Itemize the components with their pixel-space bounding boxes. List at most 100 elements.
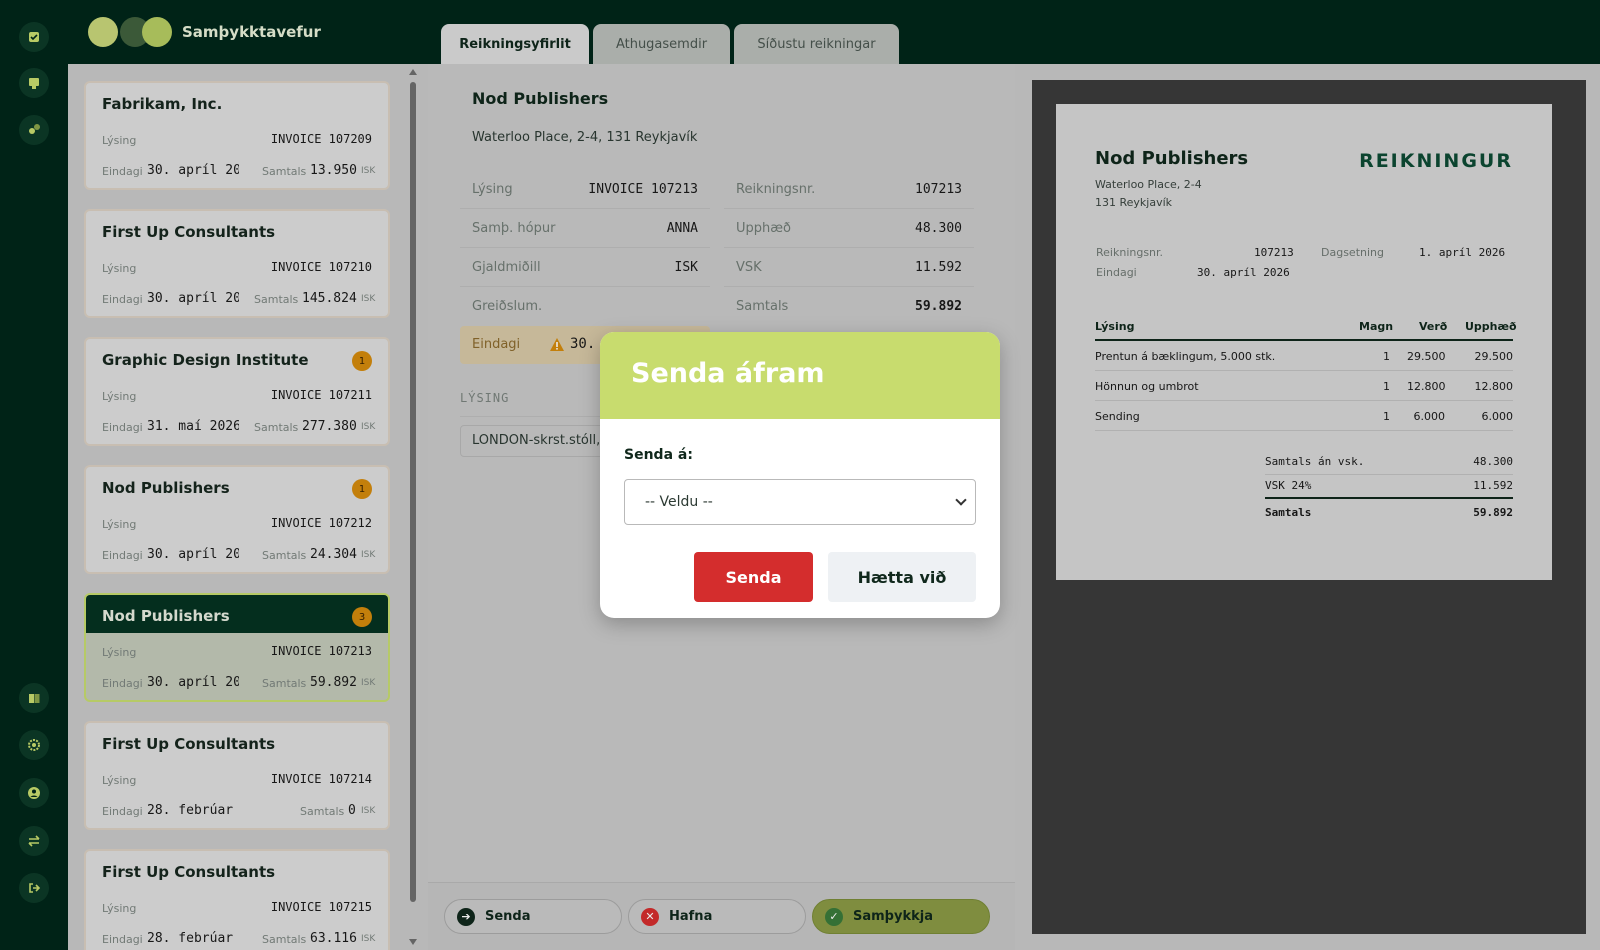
scroll-thumb[interactable]	[410, 82, 416, 902]
approve-button[interactable]: ✓ Samþykkja	[812, 899, 990, 934]
detail-value: ANNA	[666, 221, 698, 236]
table-row: Sending 1 6.000 6.000	[1095, 401, 1513, 431]
invoice-desc: INVOICE 107210	[270, 260, 372, 274]
table-row: Prentun á bæklingum, 5.000 stk. 1 29.500…	[1095, 341, 1513, 371]
user-chat-icon[interactable]	[19, 115, 49, 145]
meta-value: 1. apríl 2026	[1419, 246, 1506, 259]
detail-value: 11.592	[915, 260, 962, 275]
line-qty: 1	[1383, 380, 1390, 393]
invoice-vendor: First Up Consultants	[102, 863, 276, 881]
reject-button-label: Hafna	[669, 909, 713, 924]
preview-heading: REIKNINGUR	[1359, 150, 1513, 172]
due-label: Eindagi	[102, 805, 143, 818]
line-price: 12.800	[1407, 380, 1446, 393]
list-scrollbar[interactable]	[407, 64, 419, 950]
detail-value: 48.300	[915, 221, 962, 236]
detail-row: Samþ. hópur ANNA	[460, 209, 710, 248]
tab-comments[interactable]: Athugasemdir	[593, 24, 730, 64]
shield-check-icon[interactable]	[19, 22, 49, 52]
scroll-down-icon[interactable]	[409, 939, 417, 945]
invoice-total: 59.892	[310, 675, 357, 690]
swap-icon[interactable]	[19, 826, 49, 856]
detail-row: Greiðslum.	[460, 287, 710, 326]
invoice-due: 30. apríl 2026	[147, 163, 239, 178]
total-label: Samtals	[254, 293, 299, 306]
due-label: Eindagi	[472, 337, 521, 352]
inbox-icon[interactable]	[19, 68, 49, 98]
invoice-desc: INVOICE 107211	[270, 388, 372, 402]
send-button-label: Senda	[485, 909, 531, 924]
invoice-vendor: First Up Consultants	[102, 735, 276, 753]
close-icon: ✕	[641, 907, 659, 926]
approve-button-label: Samþykkja	[853, 909, 933, 924]
total-label: Samtals	[300, 805, 345, 818]
dialog-cancel-button[interactable]: Hætta við	[828, 552, 976, 602]
chevron-down-icon	[955, 494, 967, 506]
invoice-vendor: Fabrikam, Inc.	[102, 95, 223, 113]
invoice-desc: INVOICE 107213	[270, 644, 372, 658]
invoice-card[interactable]: Fabrikam, Inc. Lýsing INVOICE 107209 Ein…	[84, 81, 390, 190]
reject-button[interactable]: ✕ Hafna	[628, 899, 806, 934]
detail-value: INVOICE 107213	[588, 182, 698, 197]
tab-recent-invoices[interactable]: Síðustu reikningar	[734, 24, 899, 64]
invoice-due: 30. apríl 2026	[147, 675, 239, 690]
detail-vendor-address: Waterloo Place, 2-4, 131 Reykjavík	[472, 130, 698, 145]
tab-invoice-overview[interactable]: Reikningsyfirlit	[441, 24, 589, 64]
totals-value: 59.892	[1473, 506, 1513, 519]
detail-key: Reikningsnr.	[736, 182, 816, 197]
column-header: Magn	[1359, 320, 1394, 333]
detail-row: Gjaldmiðill ISK	[460, 248, 710, 287]
invoice-total: 0	[348, 803, 356, 818]
due-value: 30.	[570, 336, 596, 352]
dialog-send-button[interactable]: Senda	[694, 552, 813, 602]
gear-icon[interactable]	[19, 730, 49, 760]
line-qty: 1	[1383, 410, 1390, 423]
table-row: Hönnun og umbrot 1 12.800 12.800	[1095, 371, 1513, 401]
line-desc: Sending	[1095, 410, 1140, 423]
book-icon[interactable]	[19, 683, 49, 713]
totals-key: Samtals án vsk.	[1265, 455, 1365, 468]
detail-row: Lýsing INVOICE 107213	[460, 170, 710, 209]
invoice-total: 277.380	[302, 419, 357, 434]
app-logo: Samþykktavefur	[88, 16, 321, 48]
line-price: 29.500	[1407, 350, 1446, 363]
line-amount: 29.500	[1474, 350, 1514, 363]
invoice-vendor: First Up Consultants	[102, 223, 276, 241]
recipient-select[interactable]: -- Veldu --	[624, 479, 976, 525]
invoice-due: 28. febrúar	[147, 931, 234, 946]
account-icon[interactable]	[19, 778, 49, 808]
logout-icon[interactable]	[19, 873, 49, 903]
due-label: Eindagi	[102, 165, 143, 178]
detail-key: Lýsing	[472, 182, 513, 197]
app-name: Samþykktavefur	[182, 23, 321, 41]
detail-row: Reikningsnr. 107213	[724, 170, 974, 209]
comment-count-badge: 3	[352, 607, 372, 627]
total-label: Samtals	[254, 421, 299, 434]
line-qty: 1	[1383, 350, 1390, 363]
invoice-card[interactable]: Nod Publishers 1 Lýsing INVOICE 107212 E…	[84, 465, 390, 574]
due-label: Eindagi	[102, 677, 143, 690]
invoice-card[interactable]: First Up Consultants Lýsing INVOICE 1072…	[84, 849, 390, 950]
totals-row: Samtals án vsk. 48.300	[1265, 451, 1513, 475]
invoice-card[interactable]: Graphic Design Institute 1 Lýsing INVOIC…	[84, 337, 390, 446]
invoice-due: 30. apríl 2026	[147, 547, 239, 562]
invoice-due: 28. febrúar	[147, 803, 234, 818]
recipient-label: Senda á:	[624, 447, 693, 463]
preview-address-line: Waterloo Place, 2-4	[1095, 178, 1202, 191]
send-button[interactable]: ➔ Senda	[444, 899, 622, 934]
meta-key: Dagsetning	[1321, 246, 1384, 259]
warning-icon	[550, 338, 564, 351]
comment-count-badge: 1	[352, 479, 372, 499]
invoice-desc: INVOICE 107212	[270, 516, 372, 530]
detail-row: VSK 11.592	[724, 248, 974, 287]
lines-heading: LÝSING	[460, 391, 510, 405]
invoice-card[interactable]: First Up Consultants Lýsing INVOICE 1072…	[84, 209, 390, 318]
scroll-up-icon[interactable]	[409, 69, 417, 75]
invoice-card[interactable]: First Up Consultants Lýsing INVOICE 1072…	[84, 721, 390, 830]
left-rail	[0, 0, 68, 950]
totals-row: VSK 24% 11.592	[1265, 475, 1513, 499]
invoice-card-selected[interactable]: Nod Publishers 3 Lýsing INVOICE 107213 E…	[84, 593, 390, 702]
column-header: Lýsing	[1095, 320, 1135, 333]
due-label: Eindagi	[102, 933, 143, 946]
total-label: Samtals	[262, 933, 307, 946]
